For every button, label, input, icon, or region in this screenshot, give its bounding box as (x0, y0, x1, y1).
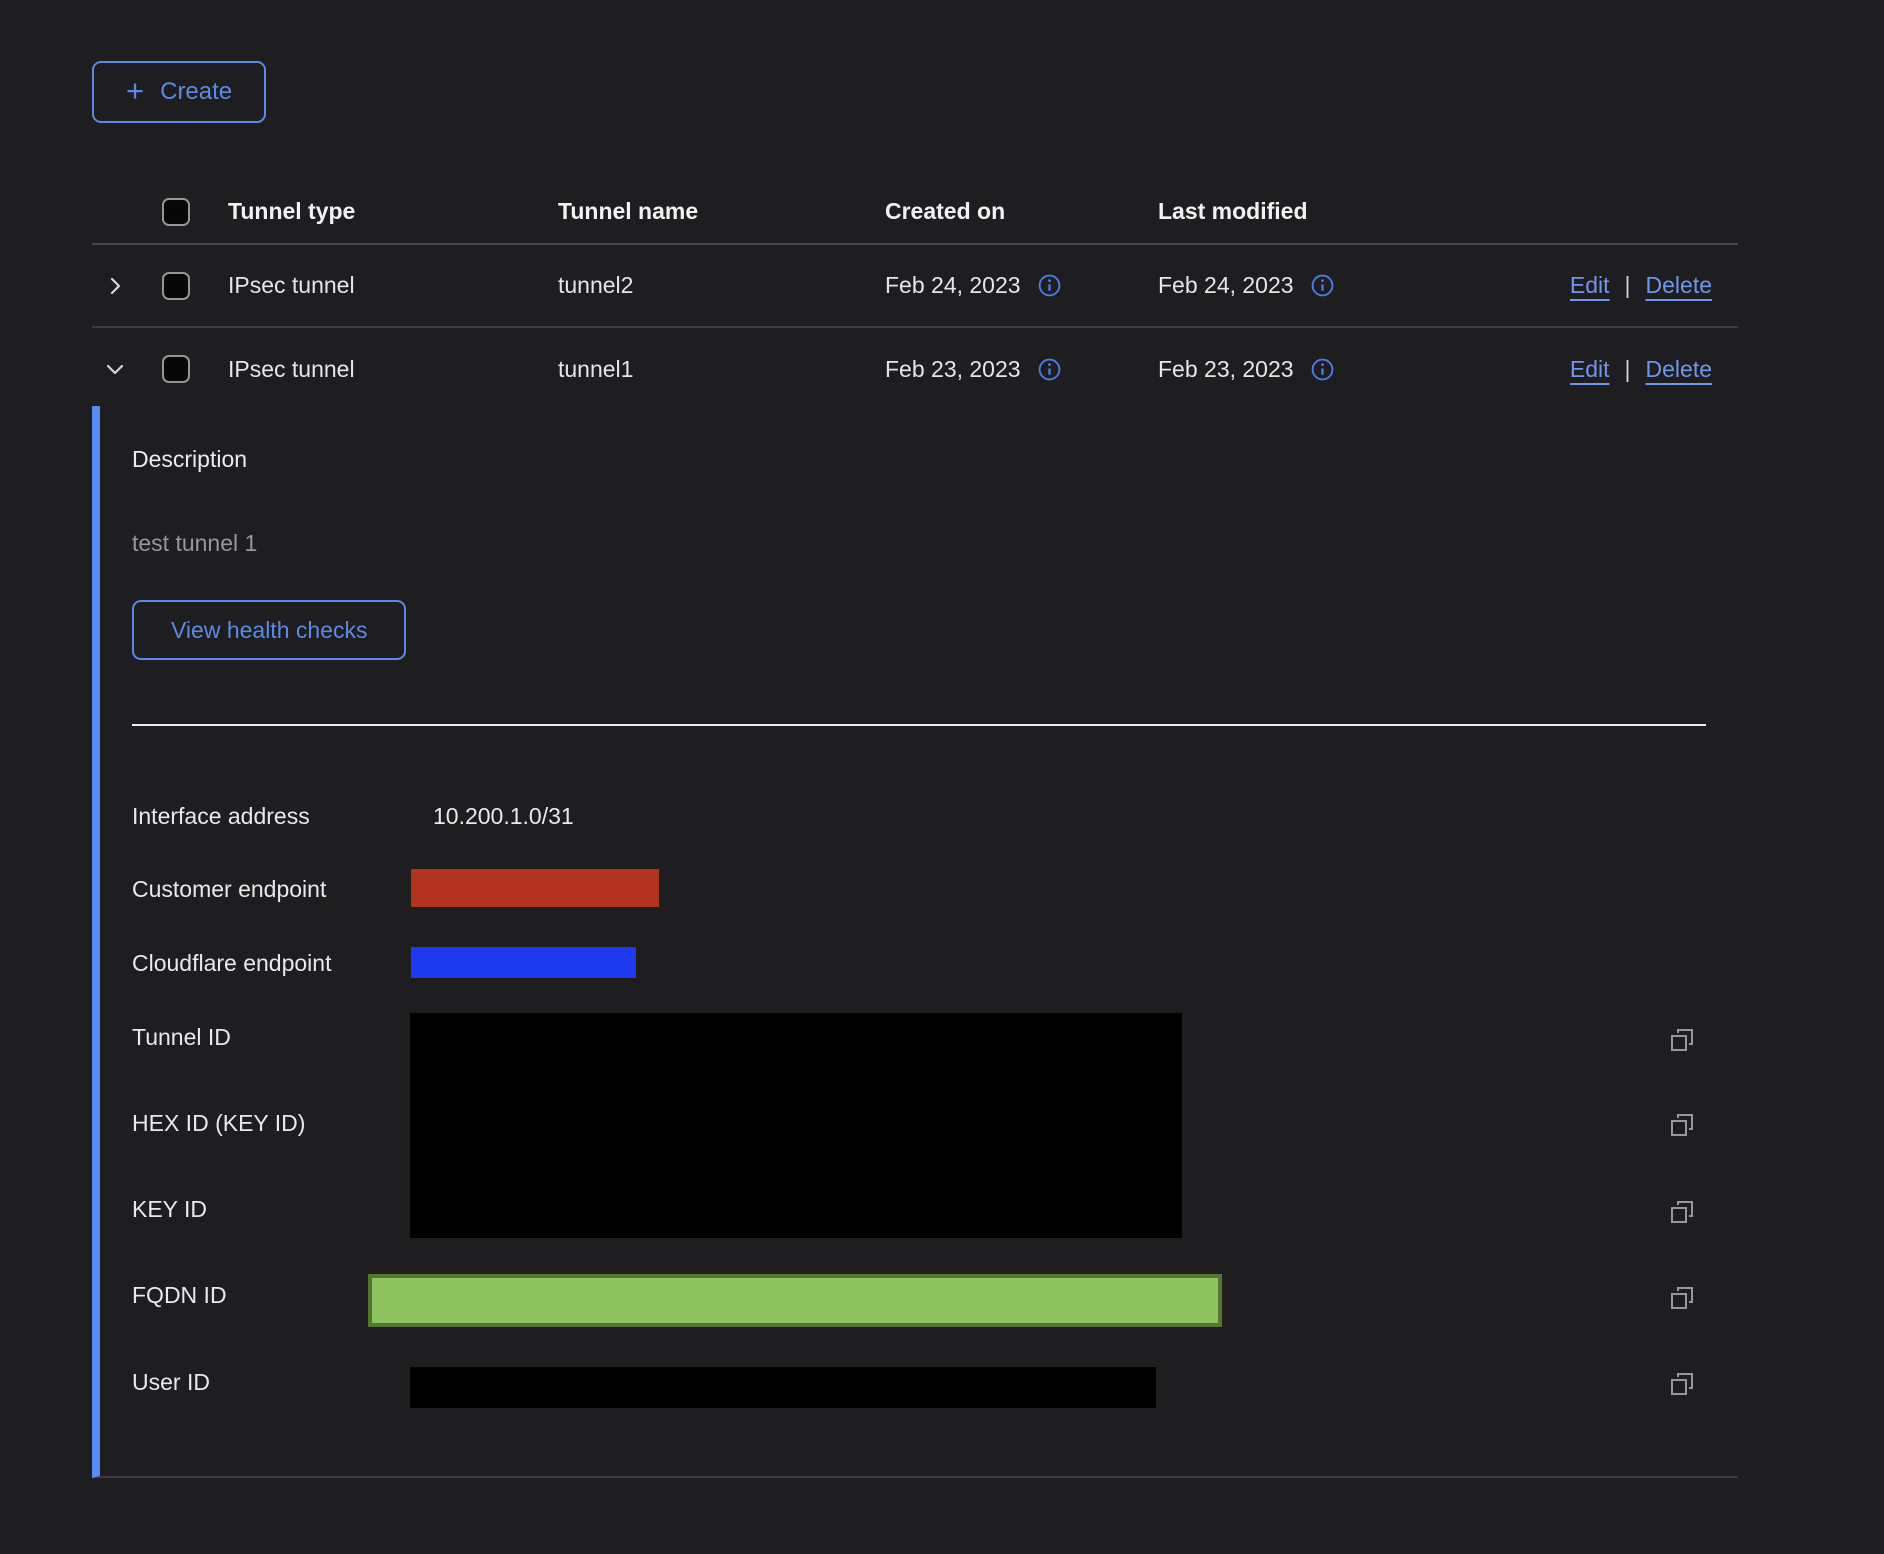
collapse-row-button[interactable] (92, 346, 138, 392)
ids-redacted-values (410, 1013, 1182, 1238)
row-actions: Edit | Delete (1570, 356, 1738, 383)
edit-link[interactable]: Edit (1570, 272, 1610, 299)
copy-icon (1668, 1370, 1696, 1398)
delete-link[interactable]: Delete (1646, 356, 1712, 383)
chevron-down-icon (103, 357, 127, 381)
created-on-value: Feb 23, 2023 (885, 356, 1021, 383)
cloudflare-endpoint-redacted-value (411, 947, 636, 978)
tunnels-table: Tunnel type Tunnel name Created on Last … (92, 180, 1738, 410)
table-header-row: Tunnel type Tunnel name Created on Last … (92, 180, 1738, 245)
customer-endpoint-redacted-value (411, 869, 659, 907)
field-label-fqdn-id: FQDN ID (132, 1282, 227, 1308)
description-label: Description (132, 446, 247, 472)
info-icon[interactable] (1310, 273, 1335, 298)
last-modified-value: Feb 24, 2023 (1158, 272, 1294, 299)
column-header-last-modified: Last modified (1158, 198, 1738, 225)
field-label-user-id: User ID (132, 1369, 210, 1395)
copy-icon (1668, 1111, 1696, 1139)
field-label-key-id: KEY ID (132, 1196, 207, 1222)
field-label-tunnel-id: Tunnel ID (132, 1024, 231, 1050)
plus-icon: + (126, 75, 144, 106)
copy-icon (1668, 1198, 1696, 1226)
copy-user-id-button[interactable] (1668, 1370, 1696, 1398)
tunnels-page: + Create Tunnel type Tunnel name Created… (0, 0, 1884, 1554)
column-header-tunnel-name: Tunnel name (558, 198, 885, 225)
expanded-tunnel-panel: Description test tunnel 1 View health ch… (92, 406, 1738, 1478)
row-actions: Edit | Delete (1570, 272, 1738, 299)
create-button-label: Create (160, 78, 232, 106)
actions-separator: | (1625, 356, 1631, 383)
tunnel-name-value: tunnel2 (558, 272, 885, 299)
field-label-cloudflare-endpoint: Cloudflare endpoint (132, 950, 331, 976)
copy-tunnel-id-button[interactable] (1668, 1026, 1696, 1054)
info-icon[interactable] (1037, 273, 1062, 298)
tunnel-name-value: tunnel1 (558, 356, 885, 383)
created-on-value: Feb 24, 2023 (885, 272, 1021, 299)
tunnel-type-value: IPsec tunnel (228, 272, 558, 299)
last-modified-cell: Feb 24, 2023 (1158, 272, 1570, 299)
copy-fqdn-id-button[interactable] (1668, 1284, 1696, 1312)
copy-icon (1668, 1026, 1696, 1054)
edit-link[interactable]: Edit (1570, 356, 1610, 383)
tunnel-type-value: IPsec tunnel (228, 356, 558, 383)
info-icon[interactable] (1310, 357, 1335, 382)
table-row: IPsec tunnel tunnel1 Feb 23, 2023 Feb 23… (92, 328, 1738, 410)
actions-separator: | (1625, 272, 1631, 299)
table-row: IPsec tunnel tunnel2 Feb 24, 2023 Feb 24… (92, 245, 1738, 328)
last-modified-value: Feb 23, 2023 (1158, 356, 1294, 383)
field-label-customer-endpoint: Customer endpoint (132, 876, 326, 902)
row-checkbox[interactable] (162, 272, 190, 300)
row-checkbox[interactable] (162, 355, 190, 383)
last-modified-cell: Feb 23, 2023 (1158, 356, 1570, 383)
user-id-redacted-value (410, 1367, 1156, 1408)
fqdn-id-redacted-value (368, 1274, 1222, 1327)
tunnel-detail-fields: Interface address 10.200.1.0/31 Customer… (100, 726, 1738, 1478)
copy-icon (1668, 1284, 1696, 1312)
copy-hex-id-button[interactable] (1668, 1111, 1696, 1139)
copy-key-id-button[interactable] (1668, 1198, 1696, 1226)
description-value: test tunnel 1 (132, 530, 257, 556)
view-health-checks-button[interactable]: View health checks (132, 600, 406, 660)
created-on-cell: Feb 23, 2023 (885, 356, 1158, 383)
created-on-cell: Feb 24, 2023 (885, 272, 1158, 299)
select-all-checkbox[interactable] (162, 198, 190, 226)
expand-row-button[interactable] (92, 263, 138, 309)
field-label-hex-id: HEX ID (KEY ID) (132, 1110, 305, 1136)
interface-address-value: 10.200.1.0/31 (433, 803, 574, 829)
column-header-tunnel-type: Tunnel type (228, 198, 558, 225)
chevron-right-icon (103, 274, 127, 298)
create-button[interactable]: + Create (92, 61, 266, 123)
column-header-created-on: Created on (885, 198, 1158, 225)
info-icon[interactable] (1037, 357, 1062, 382)
field-label-interface-address: Interface address (132, 803, 310, 829)
delete-link[interactable]: Delete (1646, 272, 1712, 299)
